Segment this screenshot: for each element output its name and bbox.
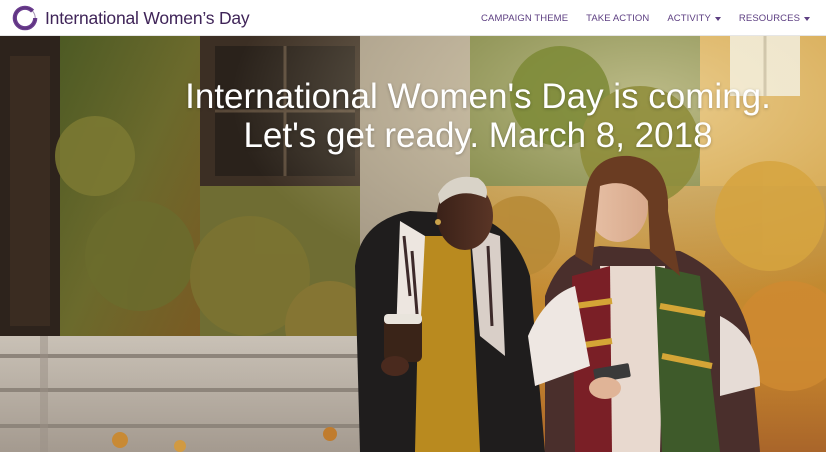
brand-name: International Women’s Day [45,7,250,28]
hero-headline: International Women's Day is coming. Let… [130,77,826,155]
caret-down-icon [714,16,721,21]
nav-label-resources: RESOURCES [738,12,800,24]
nav-label-take-action: TAKE ACTION [586,12,650,24]
hero-headline-line-2: Let's get ready. March 8, 2018 [243,116,713,155]
hero-headline-line-1: International Women's Day is coming. [185,77,771,116]
brand-home-link[interactable]: International Women’s Day [12,5,250,31]
nav-label-activity: ACTIVITY [667,12,711,24]
nav-item-take-action[interactable]: TAKE ACTION [586,13,649,24]
main-nav: CAMPAIGN THEME TAKE ACTION ACTIVITY RESO… [481,0,810,36]
hero-banner: International Women's Day is coming. Let… [0,36,826,452]
nav-item-resources[interactable]: RESOURCES [739,13,810,24]
nav-item-activity[interactable]: ACTIVITY [667,13,721,24]
nav-item-campaign-theme[interactable]: CAMPAIGN THEME [481,13,568,24]
caret-down-icon [804,16,810,21]
nav-label-campaign-theme: CAMPAIGN THEME [481,12,569,24]
site-header: International Women’s Day CAMPAIGN THEME… [0,0,826,36]
iwd-ring-logo-icon [12,5,38,31]
